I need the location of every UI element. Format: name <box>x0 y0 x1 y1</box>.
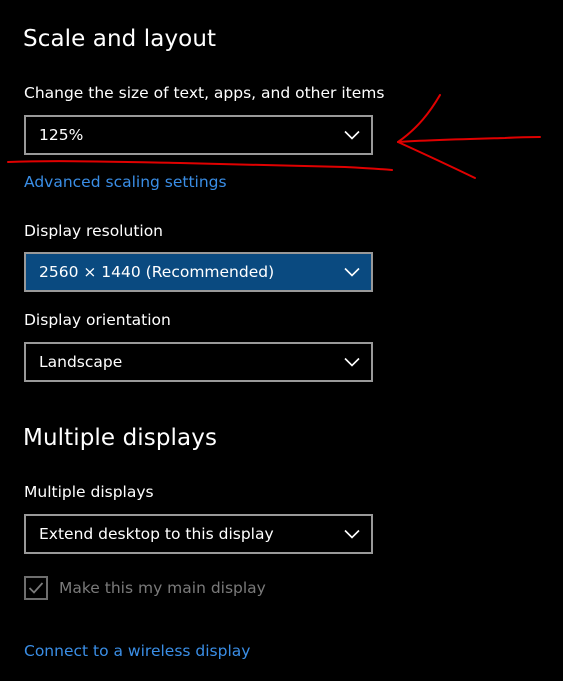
orientation-dropdown[interactable]: Landscape <box>24 342 373 382</box>
multiple-displays-title: Multiple displays <box>23 425 218 451</box>
main-display-checkbox[interactable] <box>24 576 48 600</box>
multiple-displays-dropdown[interactable]: Extend desktop to this display <box>24 514 373 554</box>
text-size-value: 125% <box>39 126 84 144</box>
text-size-dropdown[interactable]: 125% <box>24 115 373 155</box>
main-display-label: Make this my main display <box>59 579 266 597</box>
checkmark-icon <box>28 582 44 594</box>
chevron-down-icon <box>344 267 360 277</box>
chevron-down-icon <box>344 357 360 367</box>
resolution-value: 2560 × 1440 (Recommended) <box>39 263 275 281</box>
orientation-value: Landscape <box>39 353 123 371</box>
main-display-checkbox-row: Make this my main display <box>24 576 266 600</box>
advanced-scaling-link[interactable]: Advanced scaling settings <box>24 173 227 191</box>
resolution-dropdown[interactable]: 2560 × 1440 (Recommended) <box>24 252 373 292</box>
scale-layout-title: Scale and layout <box>23 26 217 52</box>
wireless-display-link[interactable]: Connect to a wireless display <box>24 642 250 660</box>
chevron-down-icon <box>344 529 360 539</box>
multiple-displays-label: Multiple displays <box>24 483 154 501</box>
orientation-label: Display orientation <box>24 311 171 329</box>
chevron-down-icon <box>344 130 360 140</box>
resolution-label: Display resolution <box>24 222 164 240</box>
multiple-displays-value: Extend desktop to this display <box>39 525 274 543</box>
text-size-label: Change the size of text, apps, and other… <box>24 84 385 102</box>
